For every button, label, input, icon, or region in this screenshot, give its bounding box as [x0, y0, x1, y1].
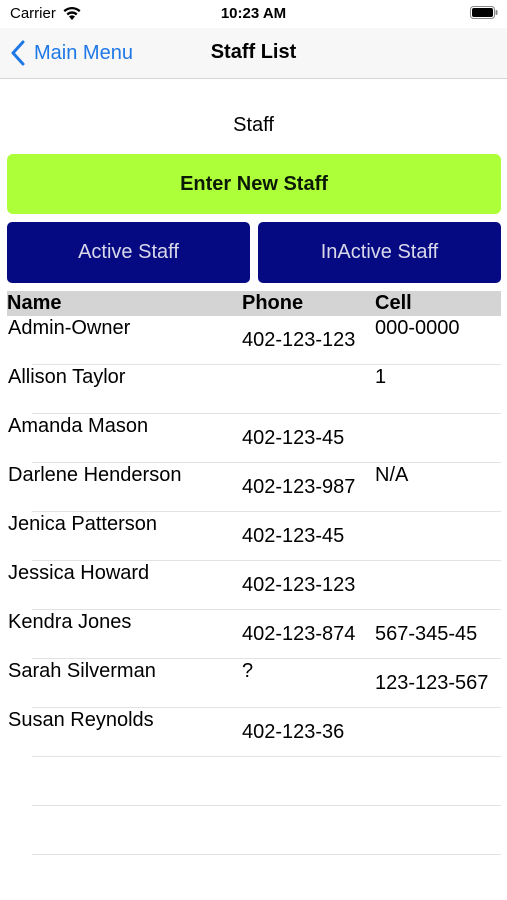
- staff-name: Jessica Howard: [8, 562, 150, 584]
- staff-name: Allison Taylor: [8, 366, 126, 388]
- staff-name: Amanda Mason: [8, 415, 149, 437]
- enter-new-staff-button[interactable]: Enter New Staff: [7, 154, 501, 214]
- chevron-left-icon: [11, 40, 25, 66]
- staff-phone: 402-123-45: [242, 525, 345, 547]
- staff-phone: 402-123-45: [242, 427, 345, 449]
- table-row[interactable]: Sarah Silverman ? 123-123-567: [0, 659, 507, 708]
- staff-phone: 402-123-123: [242, 574, 356, 596]
- navigation-bar: Main Menu Staff List: [0, 28, 507, 79]
- table-row[interactable]: Jessica Howard 402-123-123: [0, 561, 507, 610]
- battery-icon: [470, 6, 498, 19]
- active-staff-button[interactable]: Active Staff: [7, 222, 250, 283]
- staff-phone: 402-123-987: [242, 476, 356, 498]
- staff-phone: ?: [242, 660, 254, 682]
- empty-row: [0, 757, 507, 806]
- header-name: Name: [7, 292, 62, 314]
- staff-name: Susan Reynolds: [8, 709, 154, 731]
- status-bar: Carrier 10:23 AM: [0, 0, 507, 28]
- staff-phone: 402-123-123: [242, 329, 356, 351]
- table-row[interactable]: Kendra Jones 402-123-874 567-345-45: [0, 610, 507, 659]
- header-cell: Cell: [375, 292, 412, 314]
- staff-name: Kendra Jones: [8, 611, 132, 633]
- staff-cell: 567-345-45: [375, 623, 478, 645]
- inactive-staff-button[interactable]: InActive Staff: [258, 222, 501, 283]
- header-phone: Phone: [242, 292, 304, 314]
- staff-name: Darlene Henderson: [8, 464, 182, 486]
- staff-name: Sarah Silverman: [8, 660, 156, 682]
- table-row[interactable]: Jenica Patterson 402-123-45: [0, 512, 507, 561]
- status-time: 10:23 AM: [220, 5, 287, 22]
- staff-cell: N/A: [375, 464, 409, 486]
- staff-cell: 123-123-567: [375, 672, 489, 694]
- empty-row: [0, 806, 507, 855]
- back-button[interactable]: Main Menu: [10, 38, 133, 68]
- table-row[interactable]: Susan Reynolds 402-123-36: [0, 708, 507, 757]
- table-row[interactable]: Darlene Henderson 402-123-987 N/A: [0, 463, 507, 512]
- table-header: Name Phone Cell: [7, 291, 501, 316]
- staff-cell: 000-0000: [375, 317, 460, 339]
- staff-list: Admin-Owner 402-123-123 000-0000 Allison…: [0, 316, 507, 855]
- staff-name: Admin-Owner: [8, 317, 131, 339]
- section-label: Staff: [233, 114, 274, 136]
- staff-phone: 402-123-36: [242, 721, 345, 743]
- staff-cell: 1: [375, 366, 387, 388]
- staff-name: Jenica Patterson: [8, 513, 157, 535]
- table-row[interactable]: Amanda Mason 402-123-45: [0, 414, 507, 463]
- staff-phone: 402-123-874: [242, 623, 356, 645]
- table-row[interactable]: Admin-Owner 402-123-123 000-0000: [0, 316, 507, 365]
- back-button-label: Main Menu: [34, 41, 133, 64]
- table-row[interactable]: Allison Taylor 1: [0, 365, 507, 414]
